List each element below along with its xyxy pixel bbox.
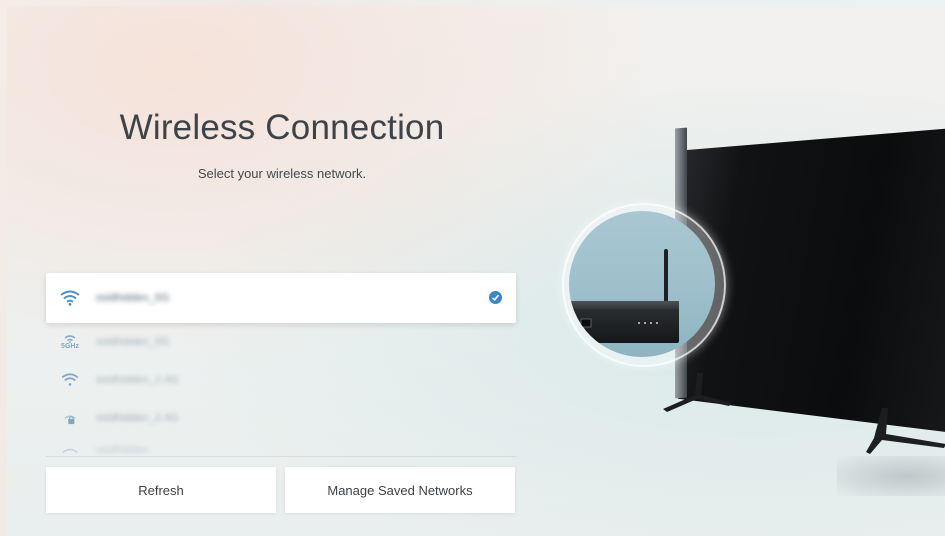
network-name: ssidhidden <box>96 444 149 456</box>
tv-shadow <box>837 456 945 496</box>
manage-saved-networks-button[interactable]: Manage Saved Networks <box>285 467 515 513</box>
network-item[interactable]: ssidhidden_2.4G <box>46 361 516 399</box>
network-item[interactable]: ssidhidden_2.4G <box>46 399 516 437</box>
network-item-selected[interactable]: ssidhidden_5G <box>46 273 516 323</box>
network-item[interactable]: ssidhidden <box>46 437 516 463</box>
wifi-locked-icon <box>58 411 82 425</box>
network-item[interactable]: 5GHz ssidhidden_5G <box>46 323 516 361</box>
wifi-5ghz-icon: 5GHz <box>58 334 82 350</box>
tv-stand-right <box>866 408 945 454</box>
router-closeup <box>569 211 715 357</box>
router-antenna <box>664 249 668 309</box>
router-icon <box>569 309 679 343</box>
page-title: Wireless Connection <box>119 108 445 147</box>
network-name: ssidhidden_5G <box>96 292 170 304</box>
wifi-icon <box>58 373 82 387</box>
tv-illustration <box>547 76 945 496</box>
network-list: ssidhidden_5G 5GHz ssidhidden_5G ssidhid… <box>46 273 516 463</box>
wifi-icon <box>58 445 82 455</box>
network-name: ssidhidden_5G <box>96 336 170 348</box>
list-divider <box>46 456 516 457</box>
network-name: ssidhidden_2.4G <box>96 412 179 424</box>
page-subtitle: Select your wireless network. <box>197 166 367 181</box>
tv-stand-left <box>663 373 731 412</box>
network-name: ssidhidden_2.4G <box>96 374 179 386</box>
band-label: 5GHz <box>61 342 79 350</box>
refresh-button[interactable]: Refresh <box>46 467 276 513</box>
wireless-connection-screen: Wireless Connection Select your wireless… <box>7 6 945 536</box>
wifi-icon <box>58 290 82 306</box>
connected-check-icon <box>489 291 502 304</box>
